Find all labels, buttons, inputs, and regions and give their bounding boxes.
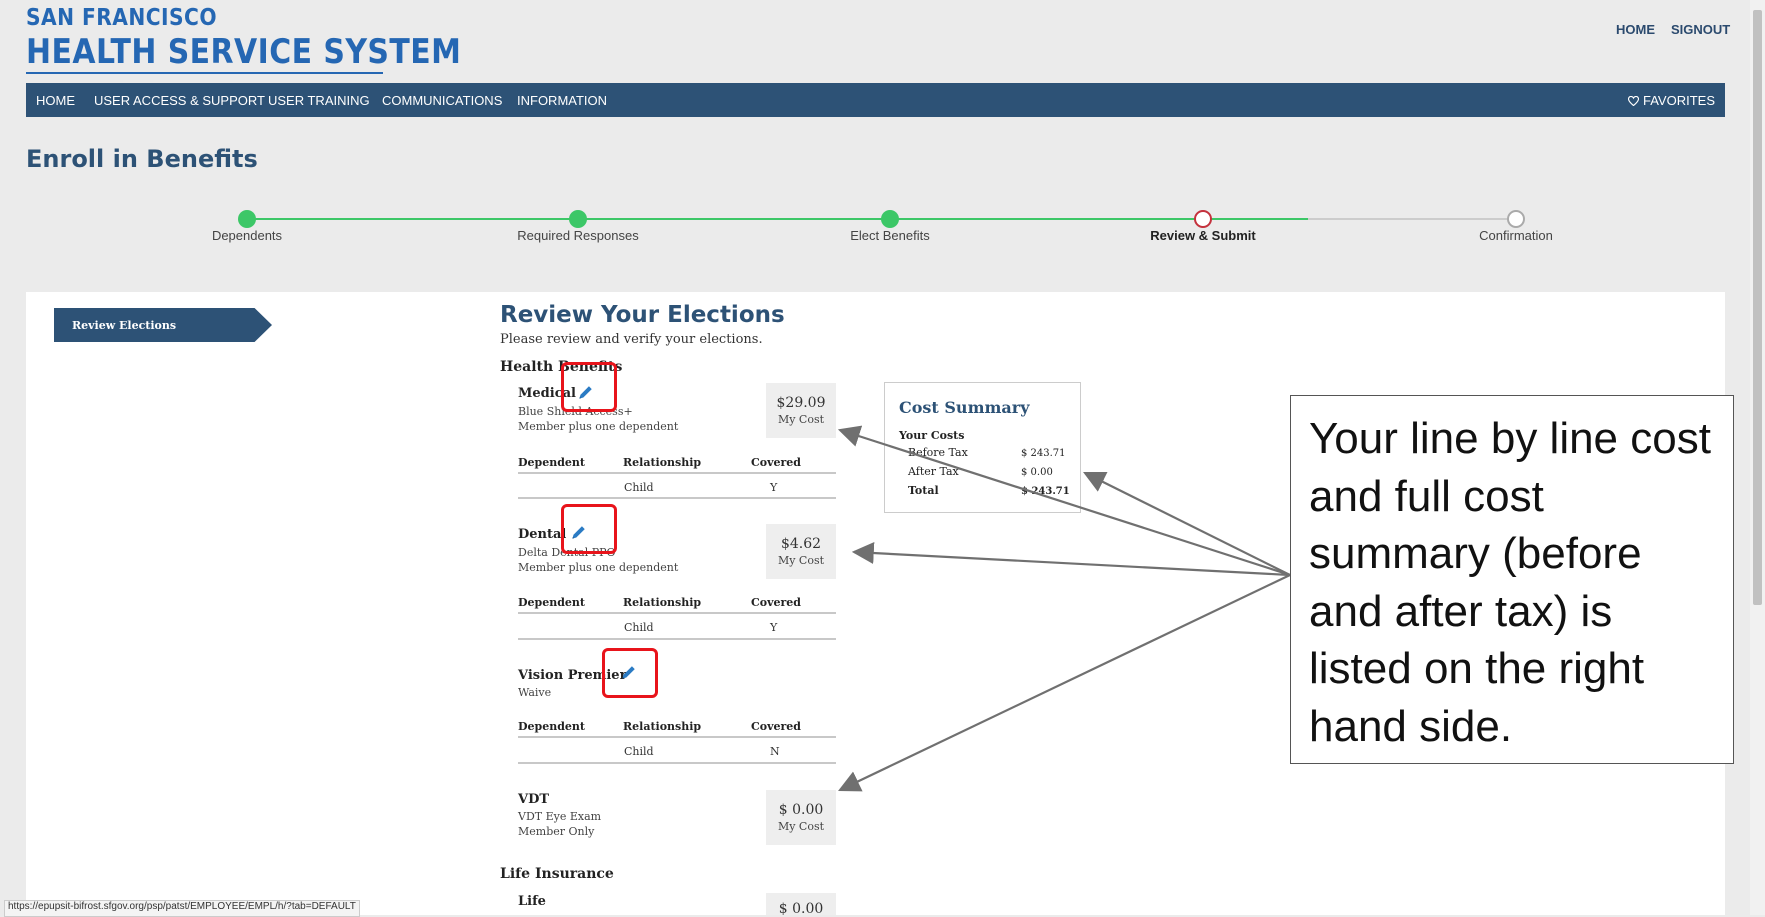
callout-arrow-dental xyxy=(851,542,1291,577)
annotation-callout: Your line by line cost and full cost sum… xyxy=(1290,395,1734,764)
status-url: https://epupsit-bifrost.sfgov.org/psp/pa… xyxy=(4,900,360,917)
callout-text: Your line by line cost and full cost sum… xyxy=(1309,414,1711,751)
callout-arrow-vdt xyxy=(838,574,1291,792)
callout-arrow-summary xyxy=(1083,471,1291,576)
scrollbar-thumb[interactable] xyxy=(1753,10,1762,605)
callout-arrow-medical xyxy=(837,425,1291,577)
